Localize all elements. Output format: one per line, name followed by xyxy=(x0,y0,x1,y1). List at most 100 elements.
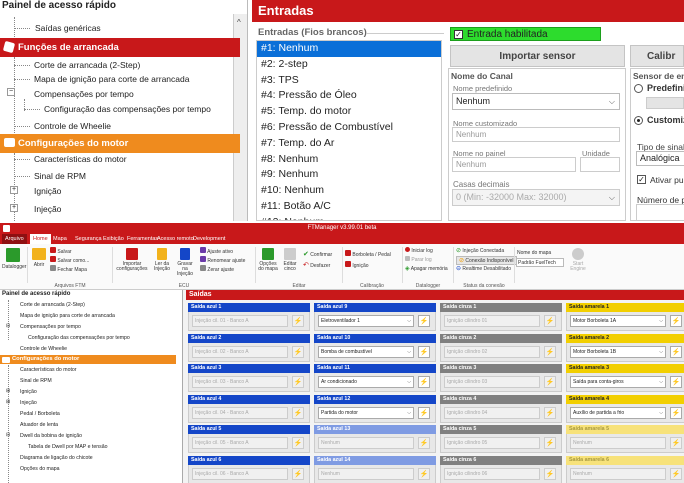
entradas-listbox[interactable]: #1: Nenhum #2: 2-step #3: TPS #4: Pressão d… xyxy=(256,40,442,221)
zerar-ajuste-button[interactable]: Zerar ajuste xyxy=(200,265,234,273)
tree-item-config-compensacoes[interactable]: Configuração das compensações por tempo xyxy=(44,104,211,114)
expand-minus-icon[interactable]: − xyxy=(7,88,15,96)
saida-function-select[interactable]: Nenhum xyxy=(318,467,414,480)
tree-item-ignicao[interactable]: Ignição xyxy=(20,389,37,395)
lightning-icon[interactable]: ⚡ xyxy=(670,467,682,480)
saida-function-select[interactable]: Partida do motor ⌵ xyxy=(318,406,414,419)
saida-function-select[interactable]: Saída para conta-giros ⌵ xyxy=(570,376,666,388)
tree-section-config-motor[interactable]: Configurações do motor xyxy=(0,355,176,364)
saida-function-select[interactable]: Ignição cilindro 05 xyxy=(444,437,540,449)
tree-item-compensacoes[interactable]: Compensações por tempo xyxy=(34,89,134,99)
tree-item-dwell-bobina[interactable]: Dwell da bobina de ignição xyxy=(20,433,82,439)
expand-icon[interactable]: ⊞ xyxy=(6,399,10,405)
entrada-list-item[interactable]: #8: Nenhum xyxy=(257,152,441,168)
numero-po-input[interactable] xyxy=(636,204,684,221)
lightning-icon[interactable]: ⚡ xyxy=(292,406,304,419)
lightning-icon[interactable]: ⚡ xyxy=(670,315,682,327)
lightning-icon[interactable]: ⚡ xyxy=(418,345,430,358)
saida-function-select[interactable]: Ignição cilindro 06 xyxy=(444,467,540,480)
lightning-icon[interactable]: ⚡ xyxy=(292,437,304,449)
ler-da-injecao-button[interactable]: Ler da Injeção xyxy=(152,248,172,272)
parar-log-button[interactable]: Parar log xyxy=(405,256,432,263)
scroll-up-icon[interactable]: ^ xyxy=(237,18,241,27)
ativar-pulu-checkbox[interactable]: ✓ xyxy=(637,175,646,184)
lightning-icon[interactable]: ⚡ xyxy=(292,315,304,327)
saida-function-select[interactable]: Nenhum xyxy=(570,467,666,480)
checkbox-checked-icon[interactable]: ✓ xyxy=(454,30,463,39)
entrada-habilitada-toggle[interactable]: ✓ Entrada habilitada xyxy=(450,27,601,41)
tree-item-caracteristicas-motor[interactable]: Características do motor xyxy=(34,154,127,164)
saida-function-select[interactable]: Ignição cilindro 04 xyxy=(444,406,540,419)
lightning-icon[interactable]: ⚡ xyxy=(544,376,556,388)
tree-item-mapa-ignicao[interactable]: Mapa de ignição para corte de arrancada xyxy=(20,313,115,319)
abrir-button[interactable]: Abrir xyxy=(30,248,48,268)
salvar-button[interactable]: Salvar xyxy=(50,247,72,255)
tree-item-pedal-borboleta[interactable]: Pedal / Borboleta xyxy=(20,411,60,417)
collapse-icon[interactable]: ⊟ xyxy=(6,432,10,438)
tree-section-funcoes-arrancada[interactable]: Funções de arrancada xyxy=(0,38,240,57)
saida-function-select[interactable]: Injeção cil. 02 - Banco A xyxy=(192,345,288,358)
datalogger-button[interactable]: Datalogger xyxy=(2,248,26,270)
saida-function-select[interactable]: Injeção cil. 05 - Banco A xyxy=(192,437,288,449)
lightning-icon[interactable]: ⚡ xyxy=(418,406,430,419)
iniciar-log-button[interactable]: Iniciar log xyxy=(405,247,433,254)
tree-item-mapa-ignicao[interactable]: Mapa de ignição para corte de arrancada xyxy=(34,74,189,84)
entrada-list-item[interactable]: #7: Temp. do Ar xyxy=(257,136,441,152)
lightning-icon[interactable]: ⚡ xyxy=(670,345,682,358)
nome-predefinido-select[interactable]: Nenhum ⌵ xyxy=(452,93,620,110)
tipo-sinal-select[interactable]: Analógica xyxy=(636,151,684,166)
lightning-icon[interactable]: ⚡ xyxy=(544,406,556,419)
tree-item-sinal-rpm[interactable]: Sinal de RPM xyxy=(34,171,86,181)
saida-function-select[interactable]: Motor Borboleta 1B ⌵ xyxy=(570,345,666,358)
lightning-icon[interactable]: ⚡ xyxy=(544,437,556,449)
entrada-list-item[interactable]: #4: Pressão de Óleo xyxy=(257,88,441,104)
entrada-list-item[interactable]: #5: Temp. do motor xyxy=(257,104,441,120)
saida-function-select[interactable]: Injeção cil. 04 - Banco A xyxy=(192,406,288,419)
confirmar-button[interactable]: ✔ Confirmar xyxy=(303,250,332,258)
saida-function-select[interactable]: Injeção cil. 01 - Banco A xyxy=(192,315,288,327)
lightning-icon[interactable]: ⚡ xyxy=(292,345,304,358)
tree-item-injecao[interactable]: Injeção xyxy=(34,204,61,214)
tree-item-caracteristicas-motor[interactable]: Características do motor xyxy=(20,367,77,373)
renomear-ajuste-button[interactable]: Renomear ajuste xyxy=(200,256,245,264)
saida-function-select[interactable]: Injeção cil. 03 - Banco A xyxy=(192,376,288,388)
gravar-na-injecao-button[interactable]: Gravar na Injeção xyxy=(174,248,196,277)
lightning-icon[interactable]: ⚡ xyxy=(670,437,682,449)
saida-function-select[interactable]: Ignição cilindro 03 xyxy=(444,376,540,388)
lightning-icon[interactable]: ⚡ xyxy=(544,345,556,358)
fechar-mapa-button[interactable]: Fechar Mapa xyxy=(50,265,87,273)
radio-predefinido[interactable] xyxy=(634,84,643,93)
casas-decimais-select[interactable]: 0 (Min: -32000 Max: 32000) ⌵ xyxy=(452,189,620,206)
sensor-predefinido-select[interactable] xyxy=(646,97,684,109)
saida-function-select[interactable]: Ignição cilindro 02 xyxy=(444,345,540,358)
tree-section-config-motor[interactable]: Configurações do motor xyxy=(0,134,240,153)
ajuste-ativo-button[interactable]: Ajuste ativo xyxy=(200,247,233,255)
expand-icon[interactable]: ⊞ xyxy=(6,388,10,394)
entrada-list-item[interactable]: #2: 2-step xyxy=(257,57,441,73)
tree-item-ignicao[interactable]: Ignição xyxy=(34,186,61,196)
menu-item-exibio[interactable]: Exibição xyxy=(100,234,127,244)
calibrar-button[interactable]: Calibr xyxy=(630,45,684,67)
nome-do-mapa-input[interactable]: Padrão FuelTech xyxy=(516,258,564,267)
importar-button[interactable]: Importar configurações xyxy=(116,248,148,272)
expand-plus-icon[interactable]: + xyxy=(10,204,18,212)
entrada-list-item[interactable]: #6: Pressão de Combustível xyxy=(257,120,441,136)
entrada-list-item[interactable]: #11: Botão A/C xyxy=(257,199,441,215)
lightning-icon[interactable]: ⚡ xyxy=(544,315,556,327)
tree-item-corte-arrancada[interactable]: Corte de arrancada (2-Step) xyxy=(34,60,140,70)
editar-cinco-button[interactable]: Editar cinco xyxy=(281,248,299,272)
entrada-list-item[interactable]: #9: Nenhum xyxy=(257,167,441,183)
saida-function-select[interactable]: Nenhum xyxy=(318,437,414,449)
saida-function-select[interactable]: Ignição cilindro 01 xyxy=(444,315,540,327)
menu-item-development[interactable]: Development xyxy=(190,234,228,244)
salvar-como-button[interactable]: Salvar como... xyxy=(50,256,89,264)
tree-item-compensacoes[interactable]: Compensações por tempo xyxy=(20,324,81,330)
saida-function-select[interactable]: Ar condicionado ⌵ xyxy=(318,376,414,388)
lightning-icon[interactable]: ⚡ xyxy=(418,437,430,449)
tree-item-diagrama-chicote[interactable]: Diagrama de ligação do chicote xyxy=(20,455,93,461)
apagar-memoria-button[interactable]: ◈ Apagar memória xyxy=(405,265,448,272)
nome-painel-input[interactable]: Nenhum xyxy=(452,157,576,172)
tree-item-sinal-rpm[interactable]: Sinal de RPM xyxy=(20,378,52,384)
entrada-list-item[interactable]: #10: Nenhum xyxy=(257,183,441,199)
tree-item-config-compensacoes[interactable]: Configuração das compensações por tempo xyxy=(28,335,130,341)
